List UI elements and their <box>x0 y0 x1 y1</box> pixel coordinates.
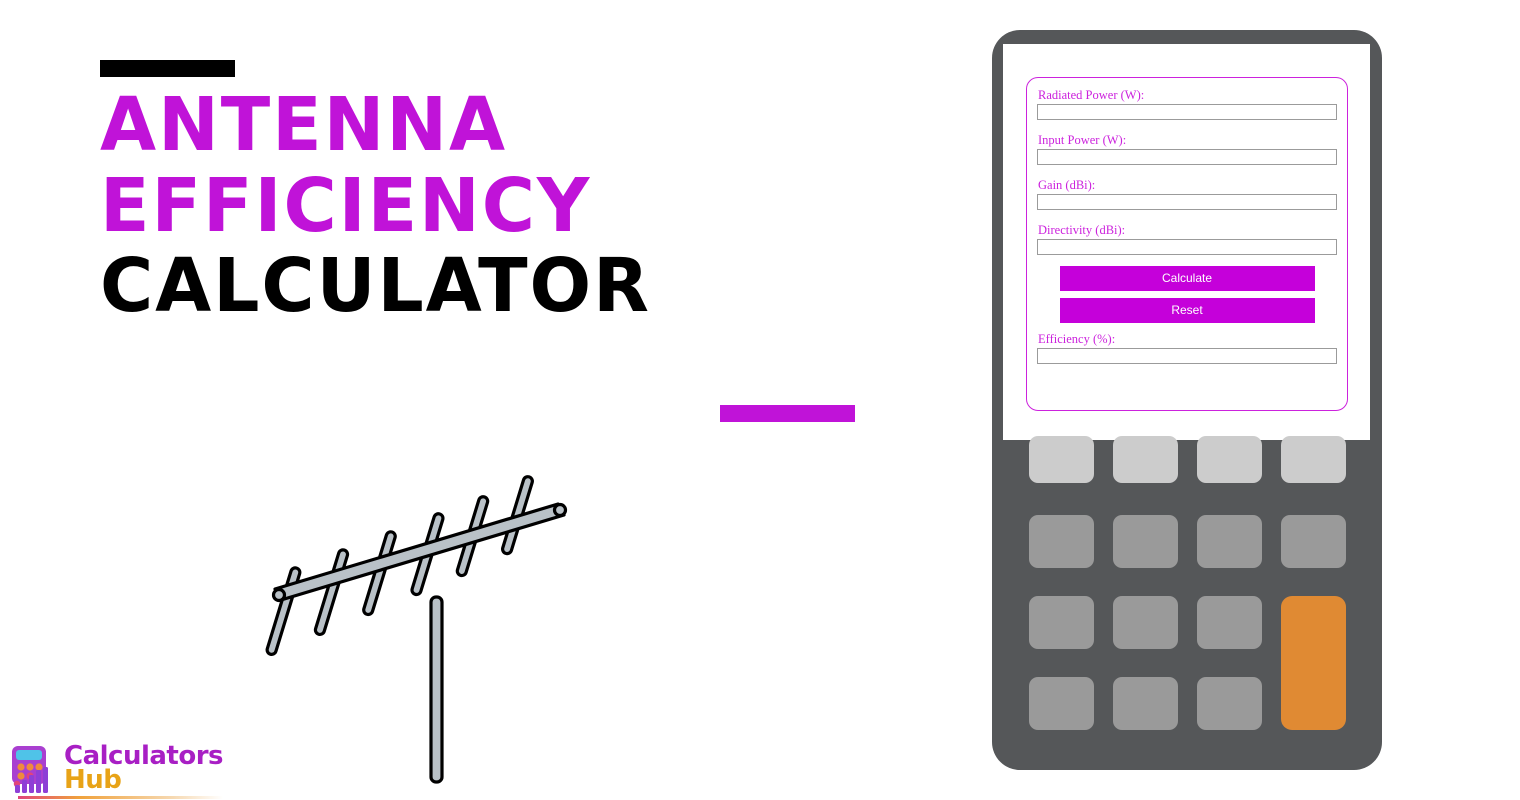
keypad-key-r4c2[interactable] <box>1113 677 1178 730</box>
directivity-label: Directivity (dBi): <box>1038 223 1126 237</box>
title-bottom-rule <box>720 405 855 422</box>
yagi-antenna-illustration <box>255 465 625 785</box>
calculators-hub-logo[interactable]: Calculators Hub <box>8 740 224 799</box>
directivity-input[interactable] <box>1037 239 1337 255</box>
calculate-button[interactable]: Calculate <box>1059 266 1315 291</box>
keypad-key-r3c3[interactable] <box>1197 596 1262 649</box>
efficiency-result-label: Efficiency (%): <box>1038 332 1116 346</box>
logo-text-hub: Hub <box>64 765 122 795</box>
reset-button[interactable]: Reset <box>1059 298 1315 323</box>
keypad-key-r4c1[interactable] <box>1029 677 1094 730</box>
radiated-power-label: Radiated Power (W): <box>1038 88 1145 102</box>
efficiency-result-input <box>1037 348 1337 364</box>
page-title: ANTENNA EFFICIENCY CALCULATOR <box>100 60 900 422</box>
gain-input[interactable] <box>1037 194 1337 210</box>
efficiency-form: Radiated Power (W): Input Power (W): Gai… <box>1026 77 1348 411</box>
title-line-1: ANTENNA <box>100 82 508 168</box>
title-line-2: EFFICIENCY <box>100 162 592 249</box>
keypad-key-r1c1[interactable] <box>1029 436 1094 483</box>
calculator-screen: Radiated Power (W): Input Power (W): Gai… <box>1003 44 1370 440</box>
keypad-key-r2c4[interactable] <box>1281 515 1346 568</box>
input-power-label: Input Power (W): <box>1038 133 1127 147</box>
keypad-key-r3c1[interactable] <box>1029 596 1094 649</box>
logo-underline <box>18 796 223 799</box>
gain-label: Gain (dBi): <box>1038 178 1096 192</box>
radiated-power-input[interactable] <box>1037 104 1337 120</box>
input-power-input[interactable] <box>1037 149 1337 165</box>
keypad-key-r2c3[interactable] <box>1197 515 1262 568</box>
title-line-3: CALCULATOR <box>100 243 651 330</box>
keypad-key-r1c2[interactable] <box>1113 436 1178 483</box>
keypad-key-r2c1[interactable] <box>1029 515 1094 568</box>
keypad-key-r2c2[interactable] <box>1113 515 1178 568</box>
keypad-key-r1c4[interactable] <box>1281 436 1346 483</box>
calculator-device: Radiated Power (W): Input Power (W): Gai… <box>992 30 1382 770</box>
calculator-bars-icon <box>8 743 60 795</box>
keypad-key-r4c3[interactable] <box>1197 677 1262 730</box>
keypad-key-r1c3[interactable] <box>1197 436 1262 483</box>
keypad-equals-key[interactable] <box>1281 596 1346 730</box>
calculator-keypad <box>1029 436 1347 756</box>
keypad-key-r3c2[interactable] <box>1113 596 1178 649</box>
title-top-rule <box>100 60 235 77</box>
